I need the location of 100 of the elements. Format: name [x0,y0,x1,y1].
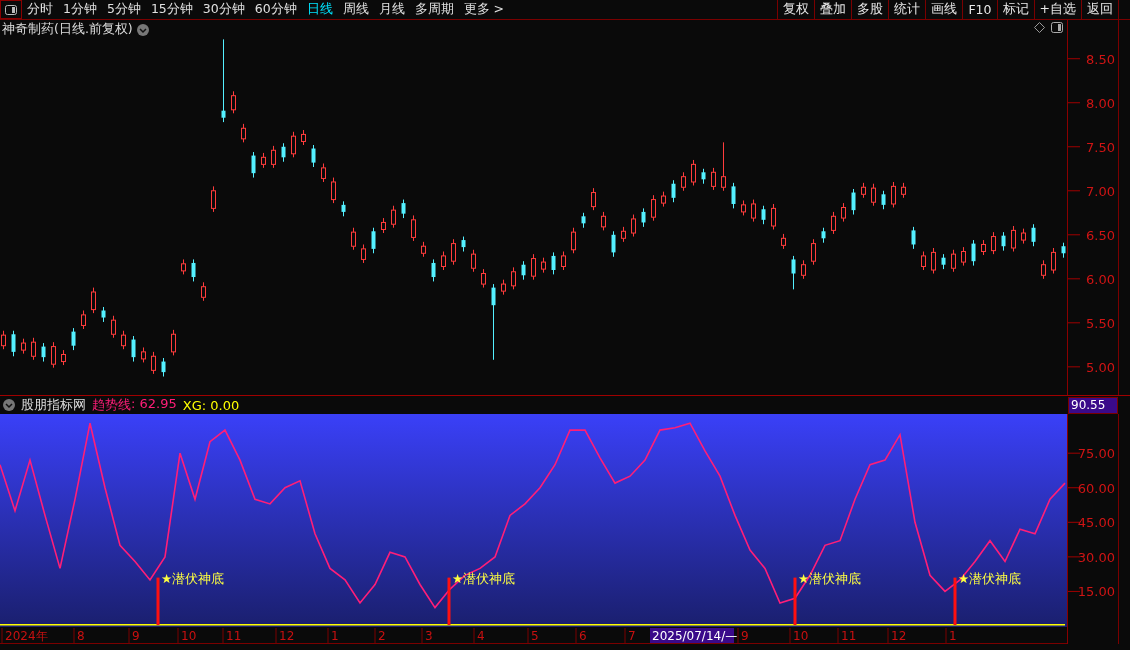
signal-bar [156,577,160,625]
axis-label: 5.50 [1086,315,1115,331]
candle [241,123,246,143]
signal-bar [953,577,957,625]
axis-label: 2 [378,629,386,643]
diamond-icon[interactable] [1034,22,1045,33]
candle [661,191,666,208]
candle [801,259,806,280]
candle [981,239,986,256]
axis-label: 7.00 [1086,183,1115,199]
period-tab[interactable]: 30分钟 [197,0,250,19]
candle [501,279,506,296]
candle [741,199,746,216]
period-tab[interactable]: 更多 > [458,0,510,19]
candle [751,199,756,223]
candle [521,260,526,281]
toolbar-button[interactable]: 复权 [777,0,815,19]
signal-label: ★潜伏神底 [958,570,1022,586]
candle [341,200,346,217]
legend-name: XG [182,397,202,413]
candle [451,238,456,266]
period-tab[interactable]: 分时 [22,0,58,19]
candle [171,329,176,356]
candle [361,243,366,264]
candle [931,247,936,274]
candle [941,253,946,270]
candle [281,142,286,163]
axis-label: 7 [628,629,636,643]
axis-label: 15.00 [1077,584,1115,600]
candle [61,349,66,366]
candle [861,182,866,199]
indicator-title: 股朋指标网 [21,396,86,414]
toolbar-button[interactable]: 标记 [996,0,1034,19]
panel-toggle-button[interactable] [0,0,22,19]
axis-label: 45.00 [1077,515,1115,531]
candle [671,179,676,203]
candle [181,258,186,275]
toolbar-button[interactable]: +自选 [1033,0,1081,19]
candle [421,241,426,258]
period-tab[interactable]: 5分钟 [101,0,146,19]
candle [511,266,516,290]
toolbar-button[interactable]: 画线 [925,0,963,19]
axis-label: 4 [477,629,485,643]
candle [141,346,146,363]
candle [461,236,466,252]
period-tab[interactable]: 15分钟 [145,0,198,19]
legend-value: : 0.00 [201,397,240,413]
legend-name: 趋势线 [92,396,131,414]
period-tab[interactable]: 多周期 [409,0,459,19]
period-tab[interactable]: 月线 [373,0,410,19]
axis-label: 6.50 [1086,227,1115,243]
candle [71,327,76,351]
candle [991,231,996,255]
candle [251,151,256,179]
axis-label: 5 [531,629,539,643]
toolbar-button[interactable]: 返回 [1081,0,1118,19]
candle [261,152,266,169]
candle [41,342,46,363]
candle [441,251,446,271]
candle [731,182,736,209]
candle [611,230,616,258]
toolbar-button[interactable]: F10 [962,0,997,19]
toolbar-button[interactable]: 叠加 [814,0,852,19]
panel-icon[interactable] [1051,22,1063,33]
period-tab[interactable]: 周线 [337,0,374,19]
toolbar-button[interactable]: 多股 [851,0,889,19]
axis-label: 8.00 [1086,95,1115,111]
candle [1051,247,1056,274]
candle [1041,259,1046,280]
axis-label: 75.00 [1077,446,1115,462]
candle [691,159,696,186]
axis-label: 8 [77,629,85,643]
period-tab[interactable]: 60分钟 [249,0,302,19]
candle [1021,228,1026,245]
candle [591,187,596,211]
candle [11,330,16,357]
toolbar-button[interactable]: 统计 [888,0,926,19]
candle [481,268,486,289]
chevron-down-icon[interactable] [3,399,15,411]
axis-label: 3 [425,629,433,643]
candle [31,337,36,361]
candle [901,182,906,199]
candle [921,251,926,271]
axis-label: 6.00 [1086,271,1115,287]
candle [851,188,856,216]
candle [911,226,916,250]
axis-label: 5.00 [1086,359,1115,375]
candle [411,214,416,242]
candle [761,205,766,225]
candle [231,90,236,114]
candle [721,141,726,192]
candle [821,227,826,244]
period-tab[interactable]: 1分钟 [58,0,102,19]
chevron-down-icon[interactable] [136,23,149,36]
chart-title: 神奇制药(日线.前复权) [2,21,133,38]
candle [471,249,476,273]
candle [1031,223,1036,247]
period-tab[interactable]: 日线 [301,0,338,19]
candle [321,163,326,183]
candle [131,335,136,363]
